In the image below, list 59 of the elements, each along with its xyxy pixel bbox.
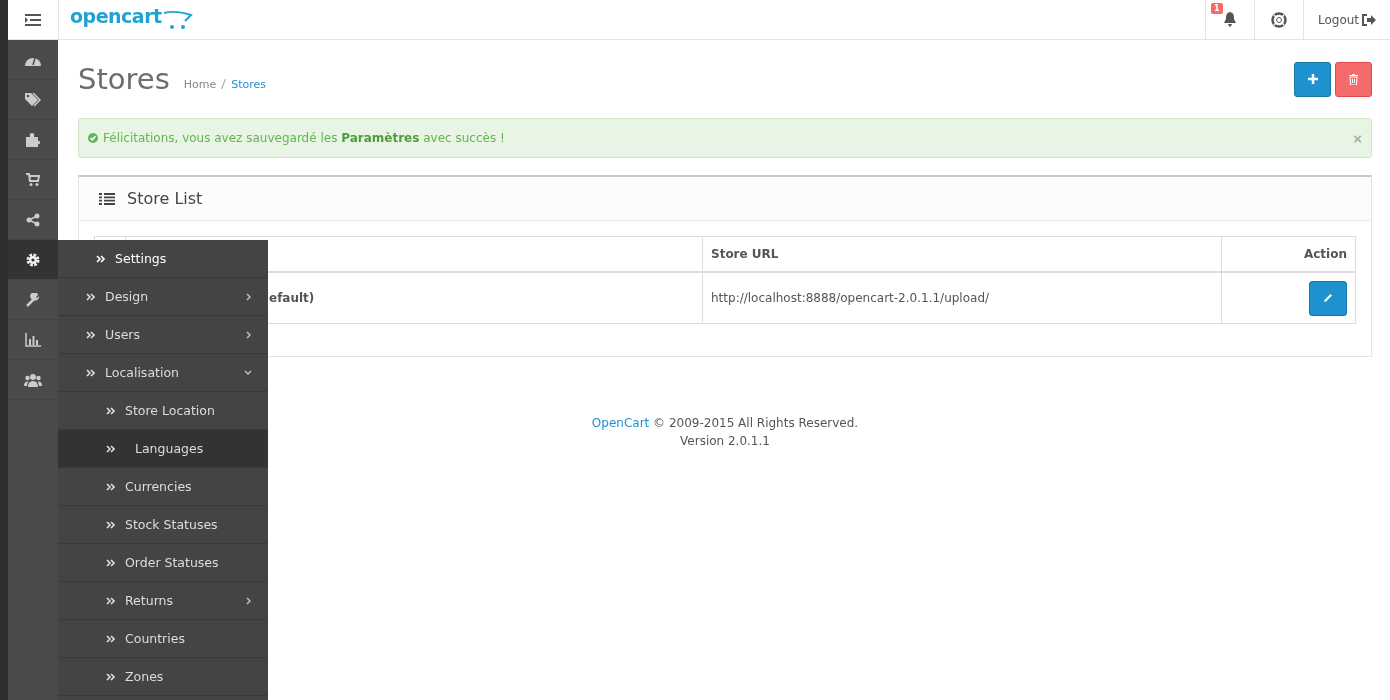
cart-icon (26, 173, 40, 186)
lifebuoy-icon (1271, 11, 1287, 28)
menu-item[interactable]: Currencies (58, 468, 268, 506)
menu-item[interactable]: Languages (58, 430, 268, 468)
wrench-icon (26, 292, 40, 307)
footer-copyright: OpenCart © 2009-2015 All Rights Reserved. (591, 415, 859, 432)
plus-icon (1307, 74, 1318, 84)
double-chevron-icon (86, 330, 95, 339)
check-circle-icon (88, 133, 98, 143)
double-chevron-icon (106, 558, 115, 567)
tags-icon (25, 92, 41, 107)
double-chevron-icon (106, 520, 115, 529)
menu-item[interactable]: Zones (58, 658, 268, 696)
alert-message: Félicitations, vous avez sauvegardé les Paramètres avec succès ! (103, 131, 505, 145)
double-chevron-icon (106, 406, 115, 415)
pencil-icon (1323, 293, 1333, 303)
menu-item[interactable]: Countries (58, 620, 268, 658)
gear-icon (26, 252, 40, 267)
notification-badge: 1 (1211, 3, 1223, 14)
menu-item[interactable]: Returns (58, 582, 268, 620)
breadcrumb-link[interactable]: Stores (231, 77, 267, 91)
opencart-link[interactable]: OpenCart (591, 416, 650, 430)
edit-button[interactable] (1309, 280, 1347, 316)
sidebar-item[interactable] (8, 240, 58, 280)
breadcrumb-link[interactable]: Home (183, 77, 217, 91)
bar-chart-icon (25, 332, 41, 347)
share-icon (26, 212, 40, 227)
page-title: Stores (78, 62, 170, 96)
menu-item[interactable]: Order Statuses (58, 544, 268, 582)
double-chevron-icon (96, 254, 105, 263)
list-icon (99, 192, 115, 205)
users-icon (24, 372, 42, 387)
logout-button[interactable]: Logout (1303, 0, 1390, 39)
add-button[interactable] (1294, 61, 1331, 97)
delete-button[interactable] (1335, 61, 1372, 97)
panel-title: Store List (127, 189, 203, 208)
table-cell: http://localhost:8888/opencart-2.0.1.1/upload/ (702, 272, 1222, 324)
menu-item[interactable]: Design (58, 278, 268, 316)
menu-item[interactable]: Settings (58, 240, 268, 278)
double-chevron-icon (106, 596, 115, 605)
menu-icon (25, 13, 41, 26)
breadcrumb-separator-icon (221, 79, 227, 89)
double-chevron-icon (106, 672, 115, 681)
double-chevron-icon (106, 444, 115, 453)
table-header-cell: Store URL (702, 236, 1222, 272)
table-header-cell: Action (1221, 236, 1356, 272)
double-chevron-icon (106, 482, 115, 491)
menu-item[interactable]: Users (58, 316, 268, 354)
sign-out-icon (1362, 13, 1377, 26)
double-chevron-icon (106, 634, 115, 643)
trash-icon (1349, 73, 1358, 85)
menu-item[interactable]: Localisation (58, 354, 268, 392)
footer-version: Version 2.0.1.1 (680, 433, 770, 450)
bell-icon (1223, 12, 1237, 27)
cart-logo-icon (162, 9, 193, 30)
double-chevron-icon (86, 368, 95, 377)
menu-item[interactable]: Stock Statuses (58, 506, 268, 544)
double-chevron-icon (86, 292, 95, 301)
puzzle-icon (26, 132, 40, 147)
